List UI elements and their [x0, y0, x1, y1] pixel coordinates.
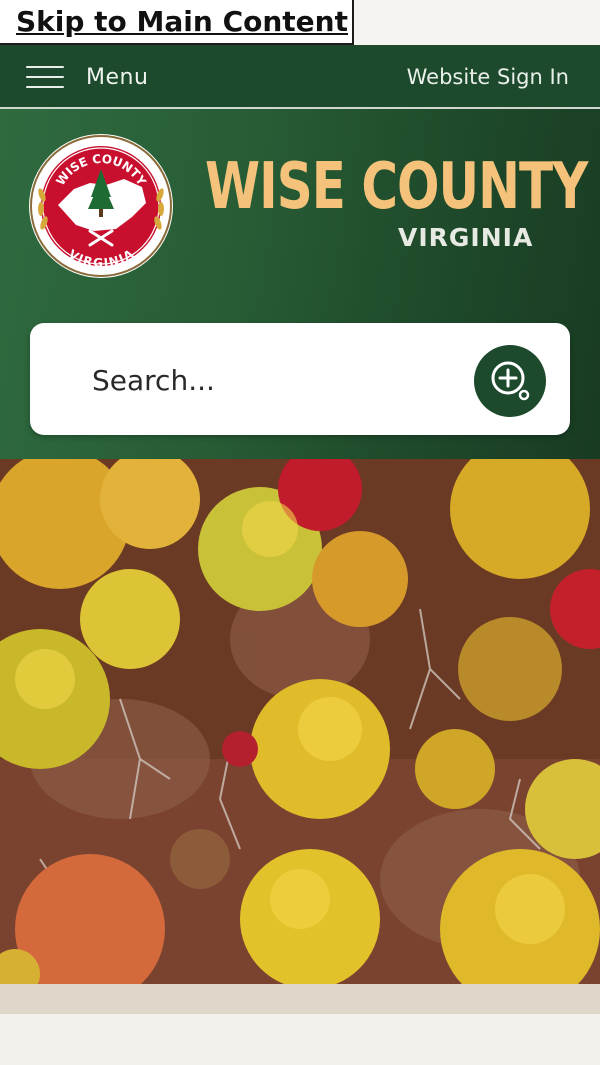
- search-bar: [30, 323, 570, 435]
- skip-to-main-link[interactable]: Skip to Main Content: [0, 0, 354, 45]
- seal-year-left: 18: [76, 196, 84, 203]
- skip-bar: Skip to Main Content: [0, 0, 600, 45]
- menu-label: Menu: [86, 64, 149, 90]
- page-background: [0, 1014, 600, 1065]
- hero-caption-strip: [0, 984, 600, 1014]
- site-title: WISE COUNTY: [205, 149, 588, 224]
- search-button[interactable]: [474, 345, 546, 417]
- county-seal-logo[interactable]: 18 56 WISE COUNTY VIRGINIA: [28, 133, 174, 279]
- site-header: 18 56 WISE COUNTY VIRGINIA WISE COUNTY V…: [0, 109, 600, 459]
- magnifier-icon: [491, 361, 530, 401]
- hero-autumn-forest-image: [0, 459, 600, 984]
- site-subtitle: VIRGINIA: [398, 223, 534, 252]
- top-navigation-bar: Menu Website Sign In: [0, 45, 600, 109]
- search-input[interactable]: [90, 353, 454, 407]
- menu-button[interactable]: Menu: [26, 57, 148, 97]
- website-sign-in-link[interactable]: Website Sign In: [407, 65, 569, 89]
- hamburger-icon: [26, 64, 64, 90]
- seal-year-right: 56: [118, 196, 126, 203]
